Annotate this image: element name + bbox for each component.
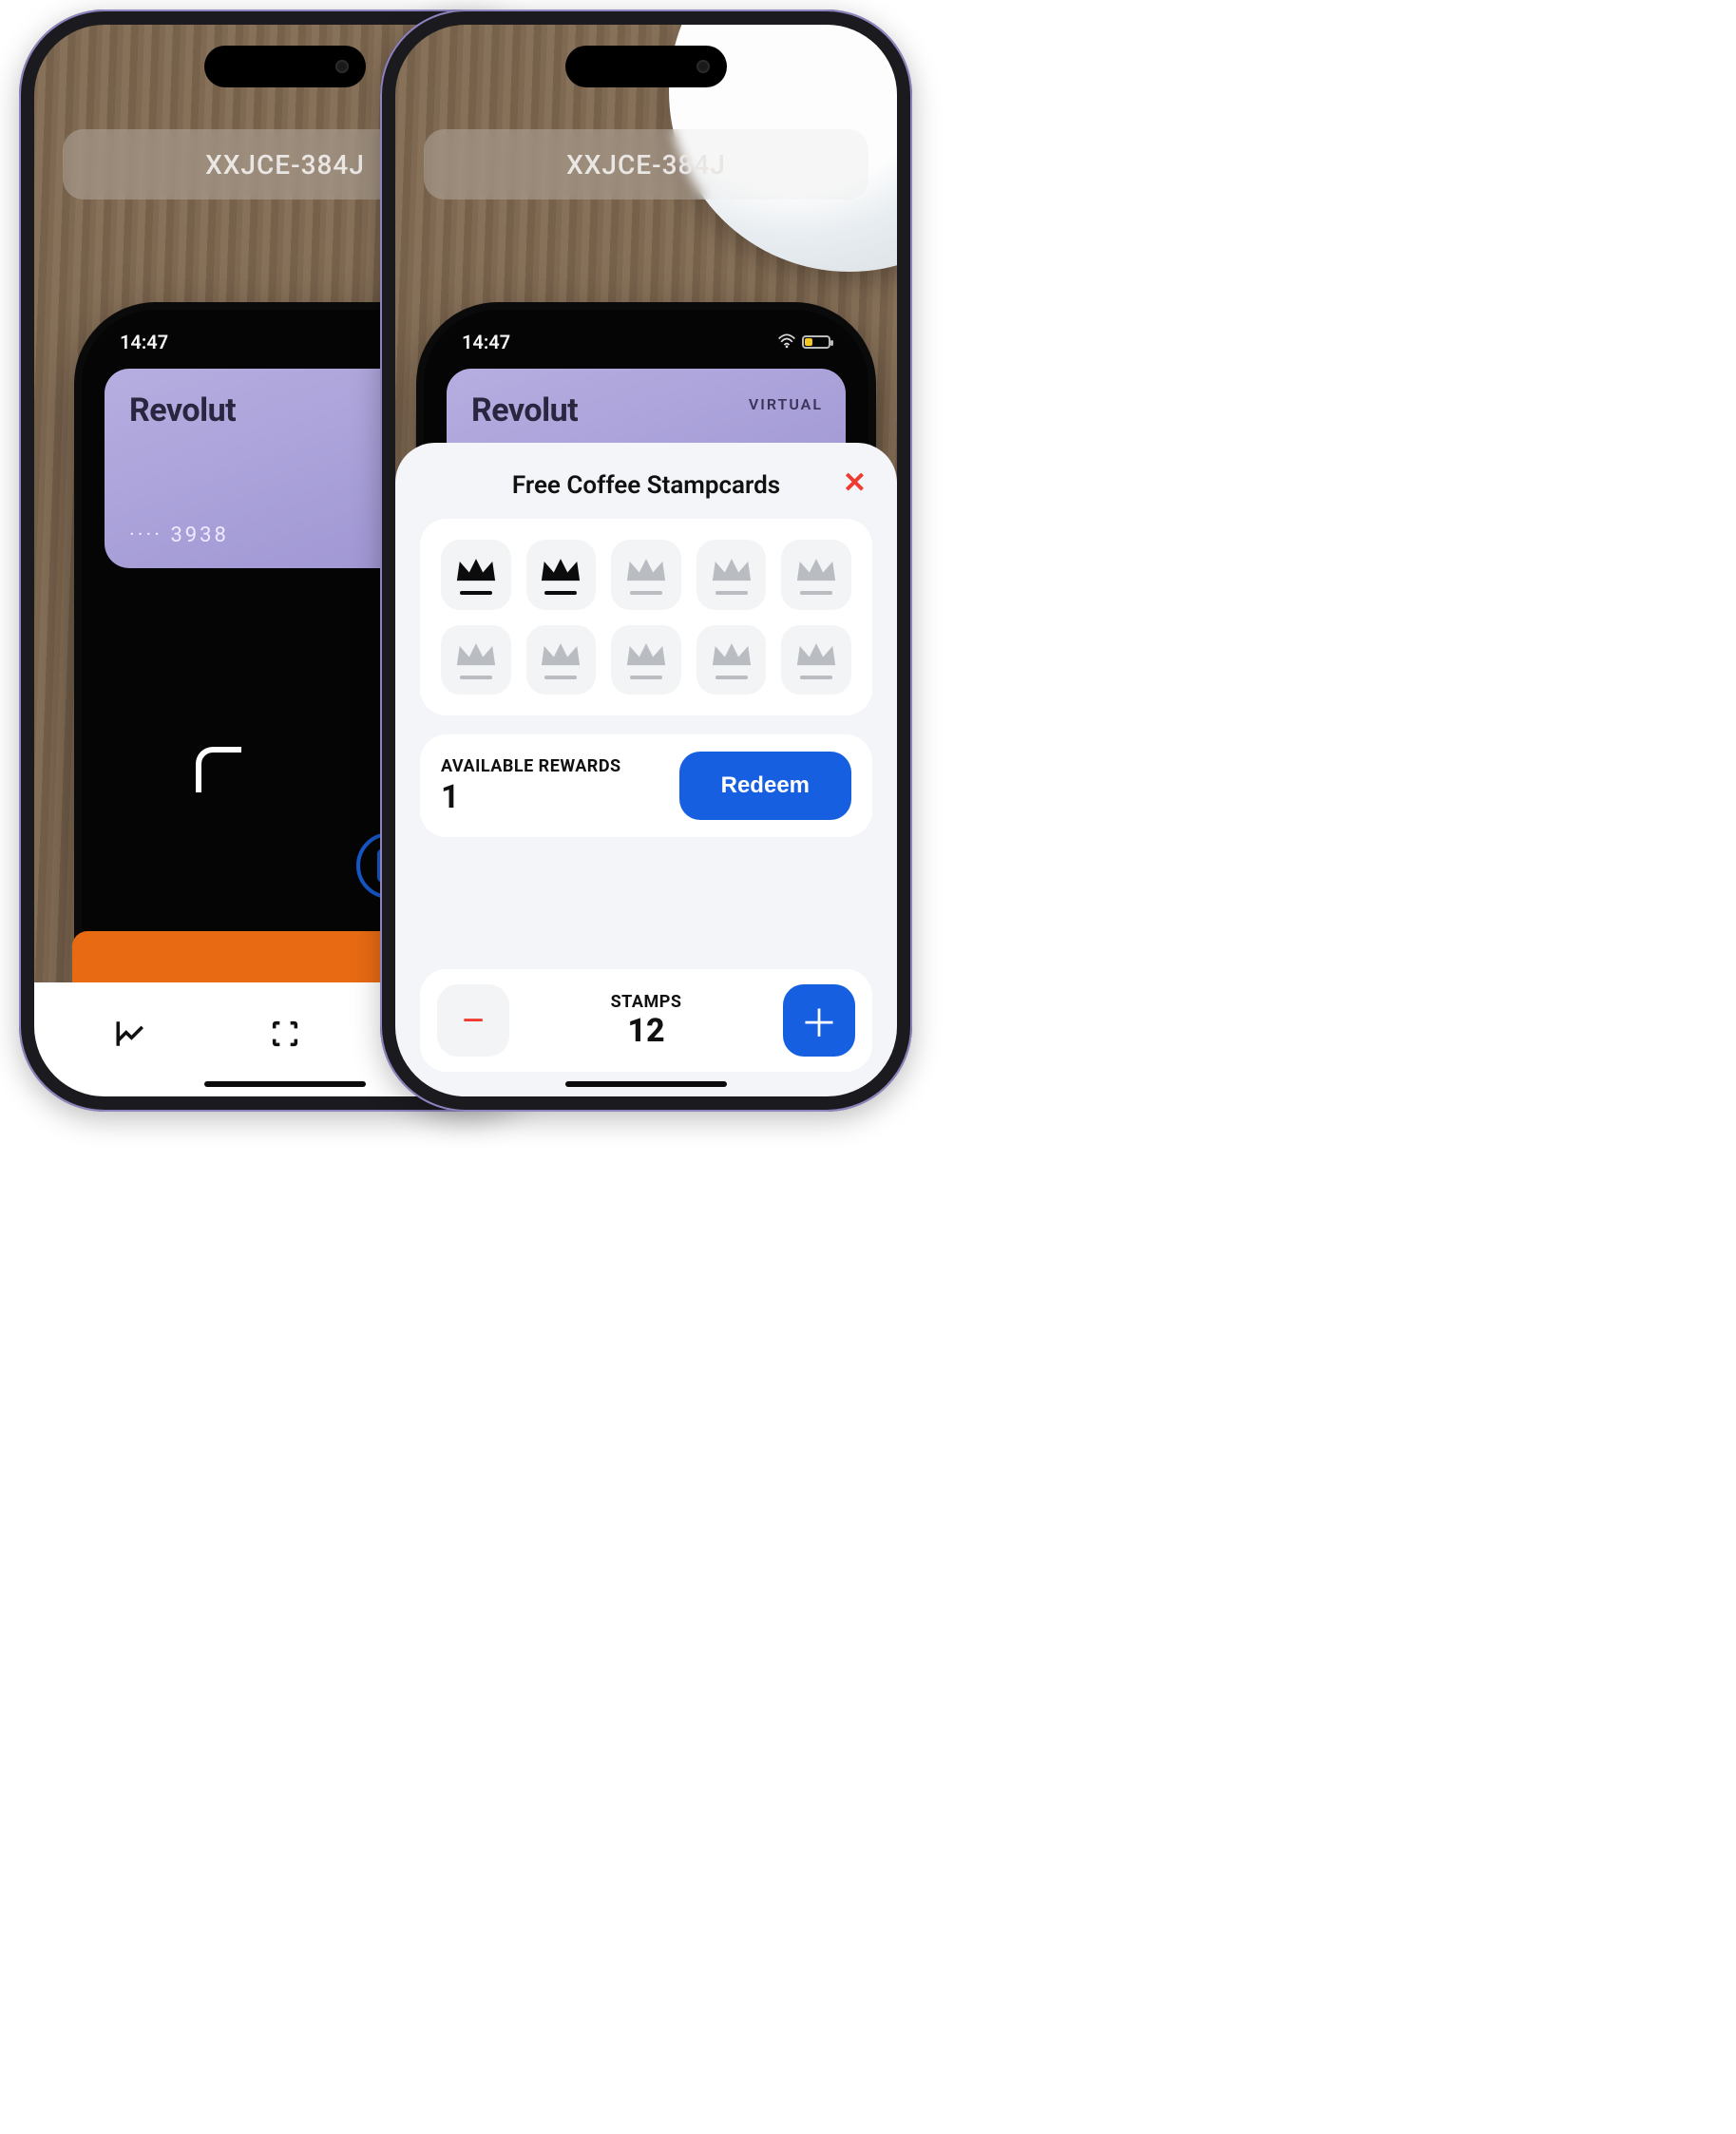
rewards-label: AVAILABLE REWARDS	[441, 756, 621, 776]
inner-statusbar: 14:47	[424, 310, 868, 359]
card-last-digits: ···· 3938	[129, 524, 229, 547]
crown-icon	[710, 555, 754, 587]
crown-icon	[454, 555, 498, 587]
close-icon[interactable]: ✕	[843, 469, 867, 498]
stamps-label: STAMPS	[611, 992, 682, 1012]
crown-icon	[624, 555, 668, 587]
crown-icon	[794, 555, 838, 587]
home-indicator[interactable]	[565, 1081, 727, 1087]
crown-icon	[710, 639, 754, 672]
stamp-empty	[526, 625, 597, 695]
inner-time: 14:47	[462, 331, 510, 353]
inner-time: 14:47	[120, 331, 168, 353]
sheet-title: Free Coffee Stampcards	[420, 471, 872, 500]
phone-frame-right: XXJCE-384J 14:47 Revolut VIRTUAL Free Co…	[380, 10, 912, 1112]
wifi-icon	[777, 331, 796, 353]
stamp-grid	[420, 519, 872, 715]
redeem-button[interactable]: Redeem	[679, 752, 851, 820]
stamp-empty	[696, 625, 767, 695]
stamp-filled	[526, 540, 597, 610]
rewards-bar: AVAILABLE REWARDS 1 Redeem	[420, 734, 872, 837]
stampcard-sheet: Free Coffee Stampcards ✕ AVAILABLE REWAR…	[395, 443, 897, 1096]
code-badge: XXJCE-384J	[424, 129, 868, 200]
scan-tab-icon[interactable]	[267, 1016, 303, 1052]
stamp-empty	[781, 625, 851, 695]
stamps-value: 12	[611, 1012, 682, 1050]
stamp-empty	[696, 540, 767, 610]
crown-icon	[794, 639, 838, 672]
card-tag: VIRTUAL	[749, 395, 823, 413]
notch	[204, 46, 366, 87]
rewards-value: 1	[441, 778, 621, 816]
crown-icon	[539, 639, 582, 672]
increment-button[interactable]: ＋	[783, 984, 855, 1057]
stamp-empty	[611, 540, 681, 610]
stamp-filled	[441, 540, 511, 610]
battery-icon	[802, 335, 830, 349]
stamp-empty	[781, 540, 851, 610]
stamp-empty	[441, 625, 511, 695]
crown-icon	[454, 639, 498, 672]
crown-icon	[539, 555, 582, 587]
stamps-bar: − STAMPS 12 ＋	[420, 969, 872, 1072]
decrement-button[interactable]: −	[437, 984, 509, 1057]
stamp-empty	[611, 625, 681, 695]
home-indicator[interactable]	[204, 1081, 366, 1087]
analytics-tab-icon[interactable]	[112, 1016, 148, 1052]
crown-icon	[624, 639, 668, 672]
notch	[565, 46, 727, 87]
